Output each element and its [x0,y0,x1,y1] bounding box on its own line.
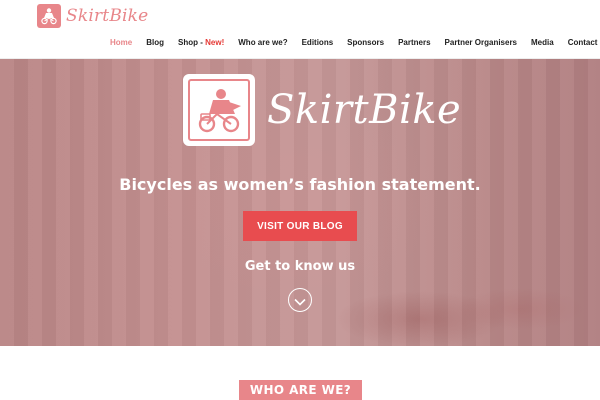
hero-brand: SkirtBike [267,87,462,133]
scroll-down-button[interactable] [288,288,312,312]
bicycle-girl-icon [188,79,250,141]
visit-blog-button[interactable]: VISIT OUR BLOG [243,211,357,241]
nav-item-partner-organisers[interactable]: Partner Organisers [445,38,517,47]
new-badge: New! [205,38,225,47]
nav-item-editions[interactable]: Editions [302,38,334,47]
nav-item-blog[interactable]: Blog [146,38,164,47]
main-nav: Home Blog Shop - New! Who are we? Editio… [110,38,600,47]
nav-item-sponsors[interactable]: Sponsors [347,38,384,47]
nav-item-partners[interactable]: Partners [398,38,430,47]
section-heading-who-are-we: WHO ARE WE? [239,380,362,400]
hero-logo: SkirtBike [183,74,461,146]
site-logo[interactable]: SkirtBike [37,4,148,28]
nav-item-who-are-we[interactable]: Who are we? [238,38,287,47]
hero-tagline: Bicycles as women’s fashion statement. [119,175,481,194]
nav-item-home[interactable]: Home [110,38,132,47]
get-to-know-us-label: Get to know us [244,259,356,274]
nav-item-contact[interactable]: Contact [568,38,598,47]
nav-item-shop[interactable]: Shop - New! [178,38,224,47]
bicycle-girl-icon [37,4,61,28]
nav-item-media[interactable]: Media [531,38,554,47]
site-header: SkirtBike Home Blog Shop - New! Who are … [0,0,600,59]
nav-item-shop-label: Shop - [178,38,206,47]
hero-logo-mark [183,74,255,146]
logo-text: SkirtBike [66,6,149,26]
chevron-down-icon [294,291,306,310]
hero-section: SkirtBike Bicycles as women’s fashion st… [0,59,600,346]
